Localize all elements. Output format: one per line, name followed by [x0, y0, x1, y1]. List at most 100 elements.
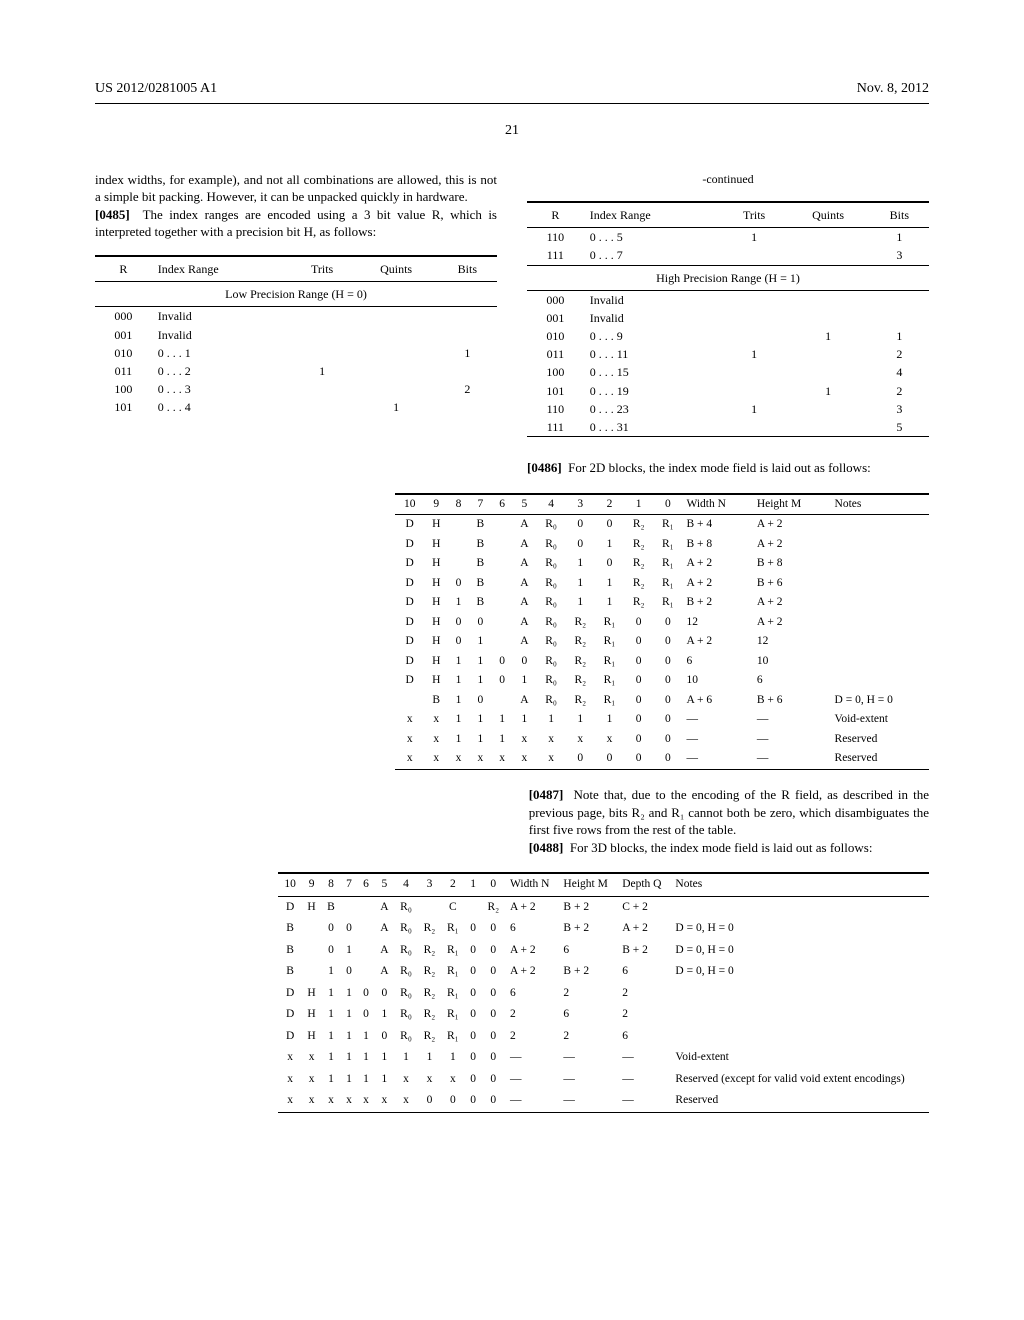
- table-cell: 0: [492, 671, 512, 691]
- table-cell: 1: [358, 1069, 375, 1091]
- table-cell: —: [505, 1047, 558, 1069]
- table-cell: [831, 632, 929, 652]
- table-2d-col: 7: [469, 494, 492, 515]
- table-cell: x: [302, 1069, 322, 1091]
- table-cell: B: [469, 515, 492, 535]
- table-cell: R₁: [653, 574, 682, 594]
- table-cell: B + 6: [753, 691, 831, 711]
- table-cell: 6: [558, 1004, 617, 1026]
- table-cell: R₁: [441, 983, 464, 1005]
- table-cell: —: [558, 1090, 617, 1112]
- table-cell: 0: [624, 632, 653, 652]
- table-cell: x: [512, 749, 536, 769]
- table-2d-col: 0: [653, 494, 682, 515]
- paragraph-0488: [0488] For 3D blocks, the index mode fie…: [529, 839, 929, 857]
- table-cell: x: [395, 710, 424, 730]
- table-cell: [358, 961, 375, 983]
- table-cell: D = 0, H = 0: [831, 691, 929, 711]
- table-cell: 10: [753, 652, 831, 672]
- table-cell: 0: [321, 918, 340, 940]
- table-cell: 0: [465, 918, 482, 940]
- table-cell: D: [395, 652, 424, 672]
- table-cell: 0: [465, 983, 482, 1005]
- table-cell: 0: [448, 574, 468, 594]
- table-cell: R₂: [566, 652, 595, 672]
- table-cell: A + 2: [505, 940, 558, 962]
- table-cell: x: [302, 1047, 322, 1069]
- table-cell: 1: [448, 710, 468, 730]
- table-2d-col: 1: [624, 494, 653, 515]
- table-cell: A + 2: [682, 632, 752, 652]
- table-cell: x: [537, 730, 566, 750]
- table-cell: [302, 961, 322, 983]
- table-cell: x: [566, 730, 595, 750]
- table-cell: A: [512, 691, 536, 711]
- table-cell: R₀: [394, 918, 417, 940]
- table-cell: 6: [558, 940, 617, 962]
- table-cell: H: [424, 652, 448, 672]
- table-cell: B: [469, 593, 492, 613]
- table-cell: 1: [321, 961, 340, 983]
- table-3d-col: 9: [302, 873, 322, 896]
- paragraph-0486: [0486] For 2D blocks, the index mode fie…: [527, 459, 929, 477]
- table-cell: 0: [482, 1069, 505, 1091]
- table-cell: [302, 940, 322, 962]
- table-cell: 1: [469, 710, 492, 730]
- table-cell: D: [278, 1026, 301, 1048]
- table-cell: 2: [505, 1026, 558, 1048]
- table-cell: A: [512, 535, 536, 555]
- table-cell: R₁: [441, 961, 464, 983]
- table-cell: D = 0, H = 0: [670, 918, 929, 940]
- table-3d-col: 4: [394, 873, 417, 896]
- table-cell: 1: [375, 1004, 395, 1026]
- table-2d-col: 10: [395, 494, 424, 515]
- table-cell: R₂: [624, 515, 653, 535]
- table-cell: 0: [595, 749, 624, 769]
- table-cell: H: [302, 1026, 322, 1048]
- table-cell: B + 4: [682, 515, 752, 535]
- table-cell: R₂: [418, 1004, 441, 1026]
- table-cell: R₂: [418, 1026, 441, 1048]
- table-cell: R₂: [624, 554, 653, 574]
- table-cell: [492, 593, 512, 613]
- table-cell: 1: [375, 1069, 395, 1091]
- table-cell: R₂: [624, 535, 653, 555]
- table-cell: 1: [537, 710, 566, 730]
- table-2d-col: 6: [492, 494, 512, 515]
- table-cell: —: [617, 1069, 670, 1091]
- table-cell: R₀: [537, 613, 566, 633]
- table-cell: [831, 515, 929, 535]
- table-cell: R₁: [653, 593, 682, 613]
- table-cell: 0: [465, 1069, 482, 1091]
- table-cell: 0: [482, 961, 505, 983]
- table-cell: 0: [653, 749, 682, 769]
- table-cell: B: [469, 554, 492, 574]
- table-cell: R₁: [441, 1026, 464, 1048]
- table-cell: A + 2: [505, 961, 558, 983]
- table-cell: 0: [653, 613, 682, 633]
- table-cell: [302, 918, 322, 940]
- table-cell: A + 2: [682, 574, 752, 594]
- table-cell: R₂: [418, 940, 441, 962]
- table-cell: B + 2: [558, 918, 617, 940]
- table-cell: R₂: [566, 632, 595, 652]
- table-cell: x: [418, 1069, 441, 1091]
- table-cell: 0: [482, 983, 505, 1005]
- table-cell: B: [278, 940, 301, 962]
- table-cell: —: [505, 1069, 558, 1091]
- table-cell: H: [424, 574, 448, 594]
- table-cell: D = 0, H = 0: [670, 940, 929, 962]
- table-cell: R₂: [482, 896, 505, 918]
- table-cell: [670, 1026, 929, 1048]
- table-cell: 1: [469, 671, 492, 691]
- table-cell: —: [617, 1090, 670, 1112]
- table-cell: x: [492, 749, 512, 769]
- table-cell: 0: [653, 632, 682, 652]
- table-3d-col: 10: [278, 873, 301, 896]
- table-cell: R₀: [537, 691, 566, 711]
- table-cell: x: [278, 1090, 301, 1112]
- table-cell: D: [395, 574, 424, 594]
- table-cell: R₀: [537, 515, 566, 535]
- table-2d-col: 4: [537, 494, 566, 515]
- table-cell: [831, 613, 929, 633]
